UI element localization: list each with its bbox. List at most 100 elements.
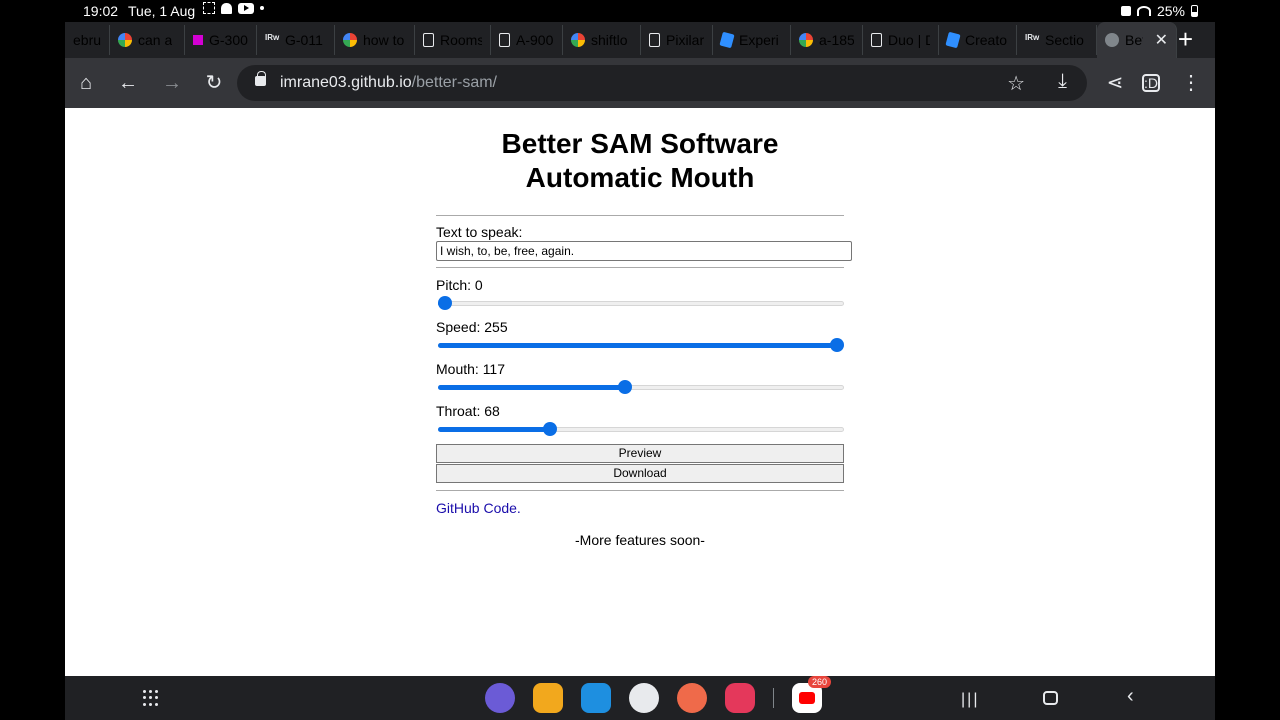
throat-range[interactable] <box>436 422 844 436</box>
address-bar[interactable]: imrane03.github.io/better-sam/ ☆ ⤓ <box>237 65 1087 101</box>
download-icon[interactable]: ⤓ <box>1058 70 1067 93</box>
alarm-icon <box>1120 6 1131 16</box>
browser-tab[interactable]: can a <box>110 25 185 55</box>
browser-tab[interactable]: Creato <box>939 25 1017 55</box>
rw-icon: IRw <box>265 33 280 42</box>
google-icon <box>118 33 132 47</box>
browser-tab[interactable]: ebrua <box>65 25 110 55</box>
screenshot-icon <box>203 2 215 14</box>
menu-kebab-icon[interactable]: ⋮ <box>1179 71 1203 95</box>
browser-tab[interactable]: how to <box>335 25 415 55</box>
status-date: Tue, 1 Aug <box>128 3 196 19</box>
battery-percent: 25% <box>1156 3 1185 19</box>
back-arrow-icon[interactable]: ← <box>116 71 140 95</box>
back-chevron-icon[interactable]: ‹ <box>1127 685 1134 708</box>
youtube-badge: 260 <box>808 676 832 688</box>
title-line-1: Better SAM Software <box>501 128 779 159</box>
camera-icon[interactable] <box>725 683 755 713</box>
slider-thumb[interactable] <box>830 338 844 352</box>
samsung-internet-icon[interactable] <box>485 683 515 713</box>
my-files-icon[interactable] <box>533 683 563 713</box>
browser-toolbar: ⌂ ← → ↻ imrane03.github.io/better-sam/ ☆… <box>65 58 1215 108</box>
browser-tab[interactable]: Rooms <box>415 25 491 55</box>
sam-app: Better SAM Software Automatic Mouth Text… <box>436 108 852 548</box>
globe-icon <box>1105 33 1119 47</box>
new-tab-button[interactable]: + <box>1178 24 1193 55</box>
slider-fill <box>438 343 837 348</box>
slider-mouth: Mouth: 117 <box>436 361 844 394</box>
reload-icon[interactable]: ↻ <box>202 71 226 95</box>
share-icon[interactable]: ⋖ <box>1103 71 1127 95</box>
more-notifications-icon <box>260 6 264 10</box>
google-icon <box>799 33 813 47</box>
forward-arrow-icon[interactable]: → <box>160 71 184 95</box>
github-code-link[interactable]: GitHub Code. <box>436 500 844 516</box>
slider-thumb[interactable] <box>542 422 557 436</box>
browser-tab[interactable]: Duo | D <box>863 25 939 55</box>
tab-label: how to <box>363 32 405 48</box>
browser-tab[interactable]: IRw G-011 <box>257 25 335 55</box>
browser-tab[interactable]: A-900 <box>491 25 563 55</box>
tab-strip: ebrua can a G-300 IRw G-011 how to Rooms A-900 s… <box>65 22 1215 58</box>
tab-label: Pixilar <box>666 32 704 48</box>
youtube-icon[interactable]: 260 <box>792 676 832 713</box>
pixilart-icon <box>193 35 203 45</box>
left-letterbox <box>0 0 65 720</box>
slider-fill <box>438 427 550 432</box>
browser-tab[interactable]: G-300 <box>185 25 257 55</box>
app-drawer-icon[interactable] <box>143 690 159 706</box>
google-icon <box>571 33 585 47</box>
slider-thumb[interactable] <box>617 380 632 394</box>
url-text[interactable]: imrane03.github.io/better-sam/ <box>280 74 497 92</box>
tab-label: A-900 <box>516 32 554 48</box>
browser-tab[interactable]: a-185 <box>791 25 863 55</box>
divider <box>436 267 844 268</box>
slider-track[interactable] <box>438 301 844 306</box>
slider-label: Throat: 68 <box>436 403 500 419</box>
home-icon[interactable]: ⌂ <box>74 71 98 95</box>
tab-label: can a <box>138 32 173 48</box>
rw-icon: IRw <box>1025 33 1040 42</box>
wifi-icon <box>1136 6 1151 16</box>
tab-label: a-185 <box>819 32 854 48</box>
tab-label: Rooms <box>440 32 482 48</box>
android-icon <box>221 2 232 14</box>
slider-thumb[interactable] <box>438 296 452 310</box>
browser-tab[interactable]: Pixilar <box>641 25 713 55</box>
doc-icon <box>499 33 510 47</box>
doc-icon <box>423 33 434 47</box>
tab-label: Duo | D <box>888 32 930 48</box>
right-letterbox <box>1215 0 1280 720</box>
app-dock: 260 <box>485 676 832 713</box>
home-button-icon[interactable] <box>1043 691 1058 705</box>
battery-icon <box>1191 5 1198 17</box>
title-line-2: Automatic Mouth <box>525 162 755 193</box>
slider-pitch: Pitch: 0 <box>436 277 844 310</box>
text-to-speak-input[interactable] <box>436 241 852 261</box>
tab-label: Bet <box>1125 32 1143 48</box>
more-features-text: -More features soon- <box>575 532 705 548</box>
calendar-icon[interactable] <box>581 683 611 713</box>
tab-switcher-icon[interactable]: :D <box>1142 74 1160 92</box>
pitch-range[interactable] <box>436 296 844 310</box>
messages-icon[interactable] <box>629 683 659 713</box>
tab-label: Experi <box>739 32 779 48</box>
roblox-icon <box>945 31 961 49</box>
bookmark-star-icon[interactable]: ☆ <box>1007 71 1025 96</box>
doc-icon <box>871 33 882 47</box>
android-nav-bar: 260 ||| ‹ <box>65 676 1215 720</box>
browser-tab[interactable]: shiftlo <box>563 25 641 55</box>
mouth-range[interactable] <box>436 380 844 394</box>
speed-range[interactable] <box>436 338 844 352</box>
tab-label: G-011 <box>285 32 323 48</box>
browser-tab[interactable]: Experi <box>713 25 791 55</box>
recents-icon[interactable]: ||| <box>961 691 979 709</box>
contacts-icon[interactable] <box>677 683 707 713</box>
slider-speed: Speed: 255 <box>436 319 844 352</box>
preview-button[interactable]: Preview <box>436 444 844 463</box>
doc-icon <box>649 33 660 47</box>
browser-tab[interactable]: IRw Sectio <box>1017 25 1097 55</box>
close-tab-icon[interactable]: ✕ <box>1155 30 1168 50</box>
browser-tab[interactable]: Bet ✕ <box>1097 22 1177 58</box>
download-button[interactable]: Download <box>436 464 844 483</box>
